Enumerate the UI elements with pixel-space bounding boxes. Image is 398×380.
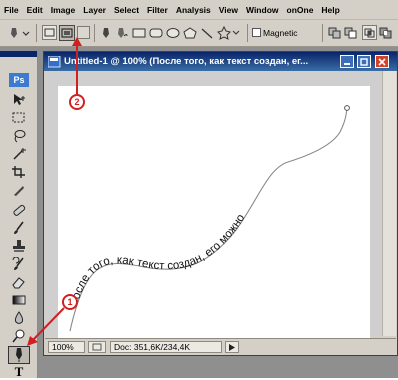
callout-arrows <box>27 37 82 346</box>
callout-1-arrow <box>32 307 65 341</box>
callout-2: 2 <box>69 94 85 110</box>
callout-1: 1 <box>62 294 78 310</box>
callout-2-arrowhead <box>72 37 82 46</box>
photoshop-app: File Edit Image Layer Select Filter Anal… <box>0 0 398 379</box>
